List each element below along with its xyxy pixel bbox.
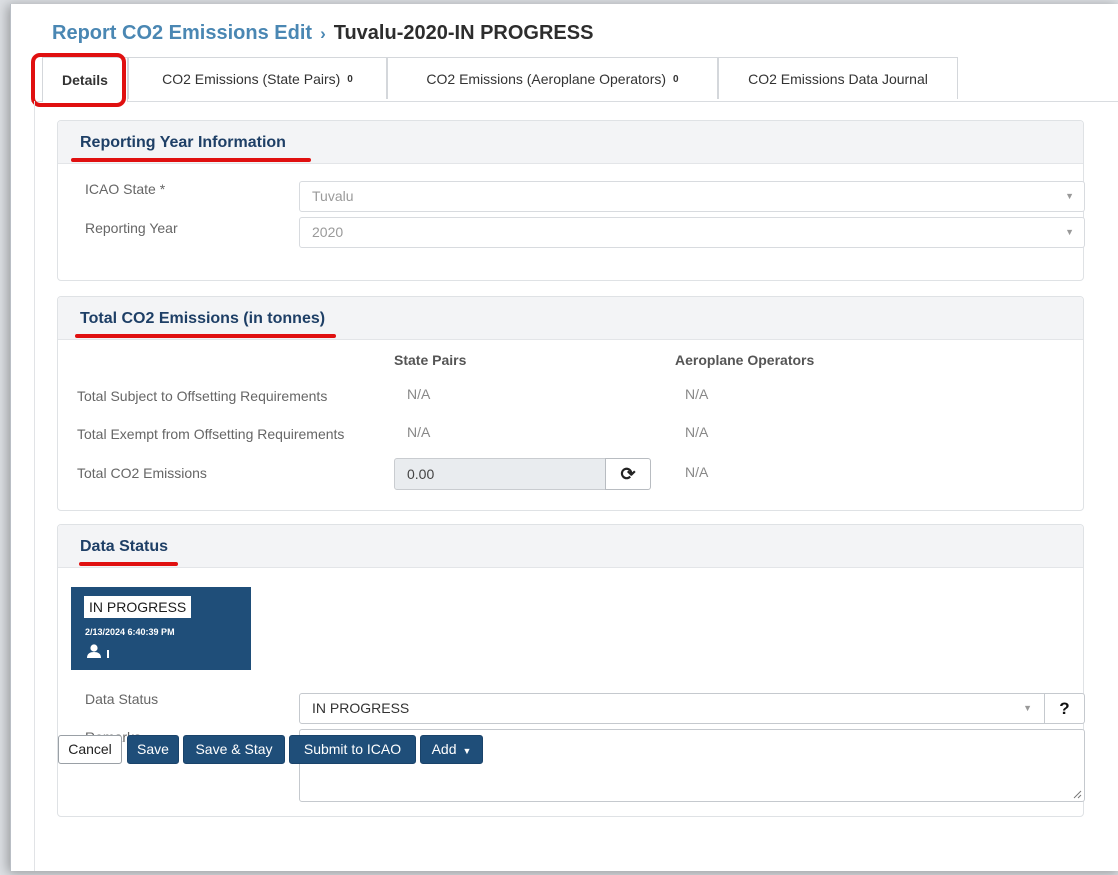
add-dropdown-button[interactable]: Add ▼ [420, 735, 483, 764]
total-subject-state-pairs: N/A [407, 386, 431, 402]
breadcrumb-parent-link[interactable]: Report CO2 Emissions Edit [52, 22, 312, 44]
status-card-badge: IN PROGRESS [84, 596, 192, 618]
refresh-button[interactable]: ⟳ [605, 458, 651, 490]
remarks-textarea[interactable] [299, 729, 1085, 802]
total-exempt-label: Total Exempt from Offsetting Requirement… [77, 426, 345, 442]
chevron-down-icon: ▼ [1065, 227, 1074, 237]
save-stay-button[interactable]: Save & Stay [183, 735, 285, 764]
chevron-down-icon: ▼ [1065, 191, 1074, 201]
data-status-label: Data Status [85, 691, 159, 707]
tab-bar: Details CO2 Emissions (State Pairs) 0 CO2… [31, 57, 1118, 102]
refresh-icon: ⟳ [620, 463, 636, 484]
help-button[interactable]: ? [1044, 693, 1085, 724]
data-status-panel: Data Status IN PROGRESS 2/13/2024 6:40:3… [57, 524, 1085, 817]
caret-down-icon: ▼ [462, 746, 472, 756]
help-icon: ? [1059, 699, 1070, 718]
total-emissions-panel: Total CO2 Emissions (in tonnes) State Pa… [57, 296, 1084, 511]
col-aeroplane-operators: Aeroplane Operators [675, 352, 815, 368]
tab-data-journal-label: CO2 Emissions Data Journal [748, 70, 928, 87]
reporting-year-title: Reporting Year Information [80, 134, 286, 151]
add-button-label: Add [431, 741, 457, 757]
total-co2-input[interactable]: 0.00 [394, 458, 606, 490]
highlight-underline [79, 562, 178, 566]
chevron-down-icon: ▼ [1023, 703, 1032, 713]
user-name-placeholder [107, 650, 109, 658]
breadcrumb: Report CO2 Emissions Edit › Tuvalu-2020-IN… [52, 22, 593, 45]
chevron-right-icon: › [320, 24, 326, 43]
tab-state-pairs-count: 0 [347, 74, 353, 85]
data-status-panel-header: Data Status [58, 525, 1083, 568]
icao-state-select[interactable]: Tuvalu ▼ [299, 181, 1085, 212]
reporting-year-panel-header: Reporting Year Information [58, 121, 1083, 164]
col-state-pairs: State Pairs [394, 352, 467, 368]
tab-details-label: Details [62, 72, 108, 88]
tab-state-pairs-label: CO2 Emissions (State Pairs) [162, 70, 341, 87]
tab-aeroplane-operators-count: 0 [673, 74, 679, 85]
total-subject-operators: N/A [685, 386, 709, 402]
status-card-timestamp: 2/13/2024 6:40:39 PM [85, 627, 175, 637]
total-exempt-operators: N/A [685, 424, 709, 440]
highlight-underline [75, 334, 336, 338]
icao-state-value: Tuvalu [312, 188, 354, 204]
total-co2-value: 0.00 [407, 466, 435, 482]
tab-aeroplane-operators-label: CO2 Emissions (Aeroplane Operators) [426, 70, 667, 87]
status-history-card: IN PROGRESS 2/13/2024 6:40:39 PM [71, 587, 251, 670]
tab-data-journal[interactable]: CO2 Emissions Data Journal [718, 57, 958, 99]
tab-details[interactable]: Details [42, 57, 128, 102]
reporting-year-label: Reporting Year [85, 220, 178, 236]
total-emissions-title: Total CO2 Emissions (in tonnes) [80, 310, 326, 327]
total-co2-label: Total CO2 Emissions [77, 465, 207, 481]
total-exempt-state-pairs: N/A [407, 424, 431, 440]
data-status-select[interactable]: IN PROGRESS ▼ [299, 693, 1045, 724]
save-button[interactable]: Save [127, 735, 179, 764]
tab-state-pairs[interactable]: CO2 Emissions (State Pairs) 0 [128, 57, 387, 99]
submit-to-icao-button[interactable]: Submit to ICAO [289, 735, 416, 764]
tab-aeroplane-operators[interactable]: CO2 Emissions (Aeroplane Operators) 0 [387, 57, 718, 99]
reporting-year-value: 2020 [312, 224, 344, 240]
icao-state-label: ICAO State * [85, 181, 166, 197]
app-window: Report CO2 Emissions Edit › Tuvalu-2020-IN… [10, 4, 1118, 871]
total-co2-operators: N/A [685, 464, 709, 480]
data-status-title: Data Status [80, 538, 169, 555]
cancel-button[interactable]: Cancel [58, 735, 122, 764]
total-emissions-panel-header: Total CO2 Emissions (in tonnes) [58, 297, 1083, 340]
total-subject-label: Total Subject to Offsetting Requirements [77, 388, 328, 404]
data-status-value: IN PROGRESS [312, 700, 410, 716]
user-icon [87, 644, 101, 658]
resize-grip-icon[interactable] [1073, 790, 1082, 799]
breadcrumb-current: Tuvalu-2020-IN PROGRESS [333, 22, 594, 44]
highlight-underline [71, 158, 311, 162]
reporting-year-select[interactable]: 2020 ▼ [299, 217, 1085, 248]
reporting-year-panel: Reporting Year Information ICAO State * … [57, 120, 1085, 281]
